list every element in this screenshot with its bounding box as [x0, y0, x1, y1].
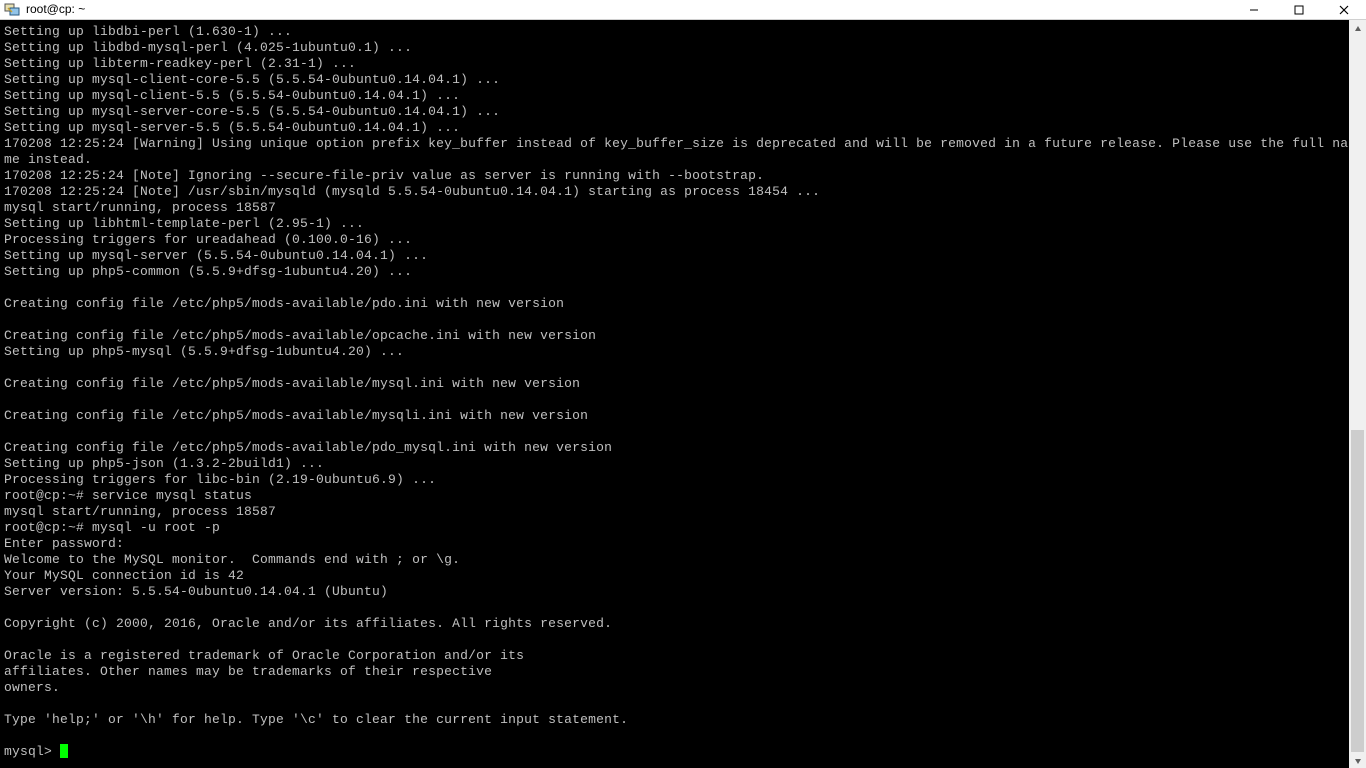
- scrollbar[interactable]: [1349, 20, 1366, 768]
- close-button[interactable]: [1321, 0, 1366, 19]
- scroll-up-arrow[interactable]: [1349, 20, 1366, 37]
- window-titlebar: root@cp: ~: [0, 0, 1366, 20]
- window-controls: [1231, 0, 1366, 19]
- scroll-down-arrow[interactable]: [1349, 752, 1366, 768]
- scroll-track[interactable]: [1349, 37, 1366, 752]
- window-title: root@cp: ~: [26, 0, 85, 19]
- terminal-cursor: [60, 744, 68, 758]
- terminal-output[interactable]: Setting up libdbi-perl (1.630-1) ... Set…: [0, 20, 1349, 768]
- scroll-thumb[interactable]: [1351, 430, 1364, 752]
- maximize-button[interactable]: [1276, 0, 1321, 19]
- putty-icon: [4, 3, 20, 17]
- mysql-prompt: mysql>: [4, 744, 60, 759]
- minimize-button[interactable]: [1231, 0, 1276, 19]
